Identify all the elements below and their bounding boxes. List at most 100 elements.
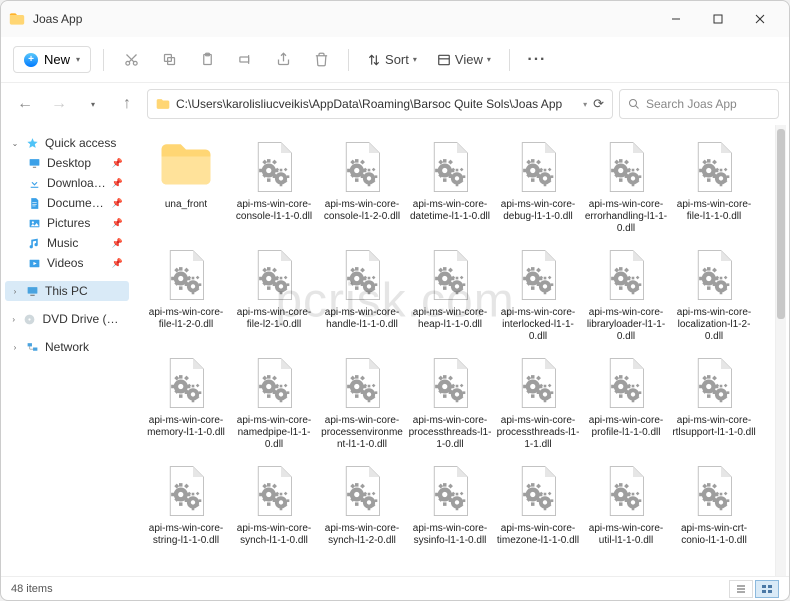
cut-button[interactable] bbox=[116, 45, 146, 75]
close-button[interactable] bbox=[739, 4, 781, 34]
view-button[interactable]: View ▾ bbox=[431, 48, 497, 71]
minimize-button[interactable] bbox=[655, 4, 697, 34]
delete-button[interactable] bbox=[306, 45, 336, 75]
sidebar-item-label: Documents bbox=[47, 196, 106, 210]
up-button[interactable]: ↑ bbox=[113, 90, 141, 118]
videos-icon bbox=[27, 256, 41, 270]
sidebar-item-documents[interactable]: Documents📌 bbox=[5, 193, 129, 213]
sidebar-item-downloads[interactable]: Downloads 📌 bbox=[5, 173, 129, 193]
dll-file-icon bbox=[510, 139, 566, 195]
file-item[interactable]: api-ms-win-core-rtlsupport-l1-1-0.dll bbox=[670, 351, 758, 455]
file-name: api-ms-win-core-libraryloader-l1-1-0.dll bbox=[584, 307, 668, 343]
sidebar-item-pictures[interactable]: Pictures 📌 bbox=[5, 213, 129, 233]
sidebar-dvd[interactable]: › DVD Drive (D:) CCCC bbox=[5, 309, 129, 329]
file-item[interactable]: api-ms-win-core-localization-l1-2-0.dll bbox=[670, 243, 758, 347]
pin-icon: 📌 bbox=[112, 238, 123, 249]
file-name: api-ms-win-core-synch-l1-2-0.dll bbox=[320, 523, 404, 547]
scrollbar-thumb[interactable] bbox=[777, 129, 785, 319]
file-item[interactable]: api-ms-win-core-processthreads-l1-1-0.dl… bbox=[406, 351, 494, 455]
sidebar-item-label: Downloads bbox=[47, 176, 106, 190]
file-item[interactable]: api-ms-win-core-datetime-l1-1-0.dll bbox=[406, 135, 494, 239]
file-item[interactable]: api-ms-win-core-synch-l1-2-0.dll bbox=[318, 459, 406, 551]
file-item[interactable]: api-ms-win-core-handle-l1-1-0.dll bbox=[318, 243, 406, 347]
dll-file-icon bbox=[686, 139, 742, 195]
share-button[interactable] bbox=[268, 45, 298, 75]
file-item[interactable]: api-ms-win-core-file-l1-1-0.dll bbox=[670, 135, 758, 239]
file-item[interactable]: api-ms-win-core-console-l1-2-0.dll bbox=[318, 135, 406, 239]
sidebar-item-videos[interactable]: Videos📌 bbox=[5, 253, 129, 273]
file-item[interactable]: api-ms-win-core-errorhandling-l1-1-0.dll bbox=[582, 135, 670, 239]
file-item[interactable]: api-ms-win-core-interlocked-l1-1-0.dll bbox=[494, 243, 582, 347]
file-item[interactable]: api-ms-win-core-file-l1-2-0.dll bbox=[142, 243, 230, 347]
sidebar-item-desktop[interactable]: Desktop📌 bbox=[5, 153, 129, 173]
recent-dropdown[interactable]: ▾ bbox=[79, 90, 107, 118]
file-item[interactable]: api-ms-win-core-file-l2-1-0.dll bbox=[230, 243, 318, 347]
file-item[interactable]: api-ms-win-core-profile-l1-1-0.dll bbox=[582, 351, 670, 455]
chevron-right-icon: › bbox=[11, 343, 19, 352]
dll-file-icon bbox=[598, 139, 654, 195]
pin-icon: 📌 bbox=[112, 258, 123, 269]
file-item[interactable]: api-ms-win-core-debug-l1-1-0.dll bbox=[494, 135, 582, 239]
documents-icon bbox=[27, 196, 41, 210]
file-item[interactable]: api-ms-win-core-console-l1-1-0.dll bbox=[230, 135, 318, 239]
rename-button[interactable] bbox=[230, 45, 260, 75]
folder-item[interactable]: una_front bbox=[142, 135, 230, 239]
separator bbox=[509, 49, 510, 71]
file-item[interactable]: api-ms-win-crt-conio-l1-1-0.dll bbox=[670, 459, 758, 551]
file-item[interactable]: api-ms-win-core-processthreads-l1-1-1.dl… bbox=[494, 351, 582, 455]
pictures-icon bbox=[27, 216, 41, 230]
new-button[interactable]: + New ▾ bbox=[13, 46, 91, 73]
explorer-body: ⌄ Quick access Desktop📌 Downloads 📌 Documen… bbox=[1, 125, 789, 576]
icons-view-button[interactable] bbox=[755, 580, 779, 598]
copy-button[interactable] bbox=[154, 45, 184, 75]
details-view-button[interactable] bbox=[729, 580, 753, 598]
network-label: Network bbox=[45, 340, 89, 354]
back-button[interactable]: ← bbox=[11, 90, 39, 118]
file-item[interactable]: api-ms-win-core-string-l1-1-0.dll bbox=[142, 459, 230, 551]
address-path: C:\Users\karolisliucveikis\AppData\Roami… bbox=[176, 97, 577, 111]
desktop-icon bbox=[27, 156, 41, 170]
file-item[interactable]: api-ms-win-core-sysinfo-l1-1-0.dll bbox=[406, 459, 494, 551]
dll-file-icon bbox=[510, 463, 566, 519]
more-button[interactable]: ··· bbox=[522, 45, 552, 75]
pin-icon: 📌 bbox=[112, 178, 123, 189]
file-name: api-ms-win-core-datetime-l1-1-0.dll bbox=[408, 199, 492, 223]
pin-icon: 📌 bbox=[112, 218, 123, 229]
chevron-down-icon: ▾ bbox=[583, 100, 587, 109]
search-input[interactable]: Search Joas App bbox=[619, 89, 779, 119]
file-item[interactable]: api-ms-win-core-synch-l1-1-0.dll bbox=[230, 459, 318, 551]
paste-button[interactable] bbox=[192, 45, 222, 75]
status-bar: 48 items bbox=[1, 576, 789, 600]
sort-button[interactable]: Sort ▾ bbox=[361, 48, 423, 71]
new-label: New bbox=[44, 52, 70, 67]
file-item[interactable]: api-ms-win-core-libraryloader-l1-1-0.dll bbox=[582, 243, 670, 347]
forward-button[interactable]: → bbox=[45, 90, 73, 118]
chevron-down-icon: ⌄ bbox=[11, 139, 19, 148]
pc-icon bbox=[25, 284, 39, 298]
file-name: api-ms-win-core-handle-l1-1-0.dll bbox=[320, 307, 404, 331]
file-name: api-ms-win-core-console-l1-1-0.dll bbox=[232, 199, 316, 223]
sidebar-network[interactable]: › Network bbox=[5, 337, 129, 357]
sidebar-this-pc[interactable]: › This PC bbox=[5, 281, 129, 301]
file-name: api-ms-win-core-profile-l1-1-0.dll bbox=[584, 415, 668, 439]
file-name: api-ms-win-core-localization-l1-2-0.dll bbox=[672, 307, 756, 343]
sidebar-quick-access[interactable]: ⌄ Quick access bbox=[5, 133, 129, 153]
file-name: api-ms-win-core-string-l1-1-0.dll bbox=[144, 523, 228, 547]
title-bar: Joas App bbox=[1, 1, 789, 37]
file-item[interactable]: api-ms-win-core-timezone-l1-1-0.dll bbox=[494, 459, 582, 551]
folder-icon bbox=[158, 139, 214, 195]
quick-access-label: Quick access bbox=[45, 136, 116, 150]
sidebar-item-label: Pictures bbox=[47, 216, 90, 230]
dll-file-icon bbox=[158, 463, 214, 519]
dll-file-icon bbox=[686, 463, 742, 519]
file-item[interactable]: api-ms-win-core-processenvironment-l1-1-… bbox=[318, 351, 406, 455]
maximize-button[interactable] bbox=[697, 4, 739, 34]
address-input[interactable]: C:\Users\karolisliucveikis\AppData\Roami… bbox=[147, 89, 613, 119]
file-item[interactable]: api-ms-win-core-namedpipe-l1-1-0.dll bbox=[230, 351, 318, 455]
sidebar-item-music[interactable]: Music📌 bbox=[5, 233, 129, 253]
refresh-button[interactable]: ⟳ bbox=[593, 96, 604, 112]
file-item[interactable]: api-ms-win-core-memory-l1-1-0.dll bbox=[142, 351, 230, 455]
file-item[interactable]: api-ms-win-core-util-l1-1-0.dll bbox=[582, 459, 670, 551]
vertical-scrollbar[interactable] bbox=[775, 125, 786, 576]
file-item[interactable]: api-ms-win-core-heap-l1-1-0.dll bbox=[406, 243, 494, 347]
